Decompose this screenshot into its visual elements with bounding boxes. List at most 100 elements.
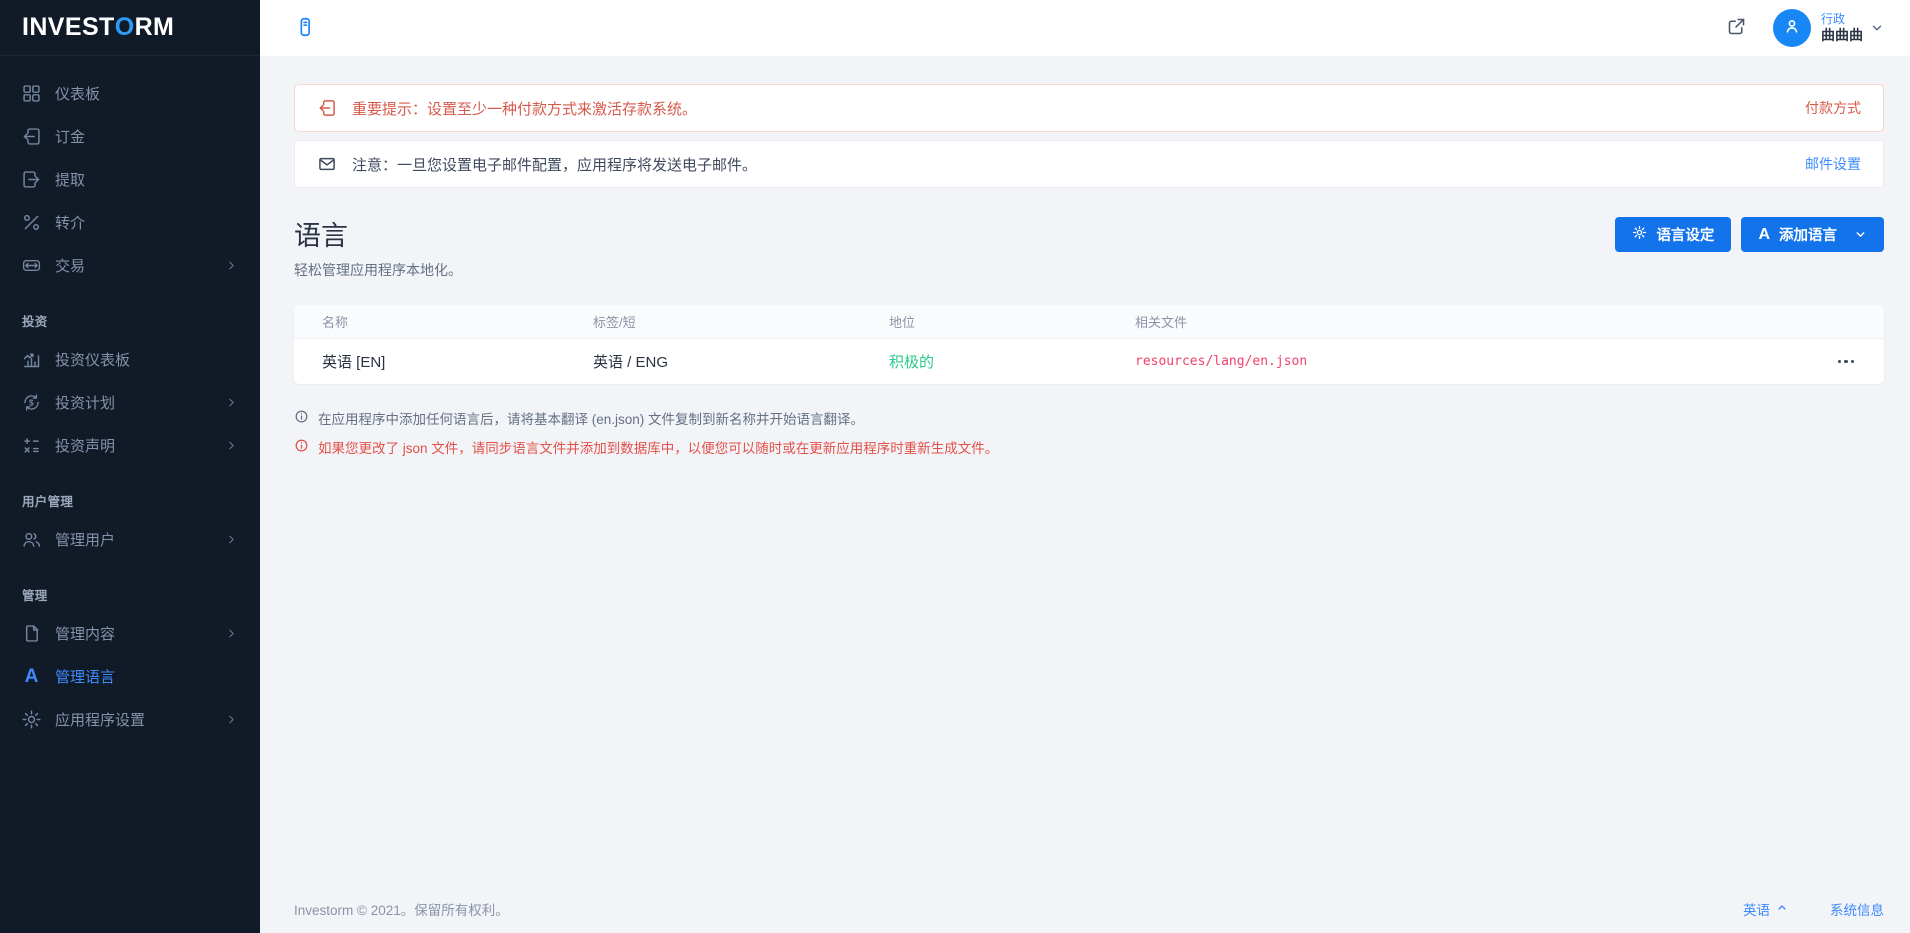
letter-a-icon: A — [1758, 227, 1770, 243]
brand-text-pre: INVEST — [22, 13, 115, 42]
table-row: 英语 [EN] 英语 / ENG 积极的 resources/lang/en.j… — [294, 339, 1884, 384]
sidebar-item-manage-content[interactable]: 管理内容 — [0, 612, 260, 655]
chevron-down-icon[interactable] — [1870, 21, 1884, 35]
page-subtitle: 轻松管理应用程序本地化。 — [294, 260, 462, 280]
language-settings-button[interactable]: 语言设定 — [1615, 217, 1731, 252]
chevron-right-icon — [225, 533, 238, 546]
payment-methods-link[interactable]: 付款方式 — [1805, 98, 1861, 118]
footer-language-selector[interactable]: 英语 — [1743, 899, 1788, 919]
sidebar-item-label: 投资仪表板 — [55, 349, 130, 370]
table-header-name: 名称 — [322, 312, 593, 331]
users-icon — [20, 528, 43, 551]
language-status-cell: 积极的 — [889, 351, 1135, 372]
gear-icon — [20, 708, 43, 731]
sidebar-item-label: 管理内容 — [55, 623, 115, 644]
alert-payment-warning: 重要提示：设置至少一种付款方式来激活存款系统。 付款方式 — [294, 84, 1884, 132]
deposit-alert-icon — [317, 98, 337, 118]
sidebar-item-label: 转介 — [55, 212, 85, 233]
table-header-status: 地位 — [889, 312, 1135, 331]
user-icon — [1782, 16, 1802, 41]
sidebar-item-investment-statements[interactable]: 投资声明 — [0, 424, 260, 467]
add-language-button[interactable]: A 添加语言 — [1741, 217, 1884, 252]
sidebar-item-deposits[interactable]: 订金 — [0, 115, 260, 158]
footer-links: 英语 系统信息 — [1743, 899, 1884, 919]
note-item: 如果您更改了 json 文件，请同步语言文件并添加到数据库中，以便您可以随时或在… — [294, 437, 1884, 457]
sidebar-item-label: 管理用户 — [55, 529, 115, 550]
user-name: 曲曲曲 — [1821, 27, 1863, 44]
language-name-cell: 英语 [EN] — [322, 351, 593, 372]
footer-copyright: Investorm © 2021。保留所有权利。 — [294, 899, 509, 919]
chevron-down-icon[interactable] — [1854, 228, 1867, 241]
sidebar-item-label: 订金 — [55, 126, 85, 147]
alert-warning-text: 重要提示：设置至少一种付款方式来激活存款系统。 — [352, 98, 697, 119]
language-file-cell: resources/lang/en.json — [1135, 354, 1810, 369]
external-link-icon — [1726, 16, 1747, 40]
chevron-right-icon — [225, 439, 238, 452]
sidebar-item-app-settings[interactable]: 应用程序设置 — [0, 698, 260, 741]
page-actions: 语言设定 A 添加语言 — [1615, 217, 1884, 252]
mobile-view-button[interactable] — [294, 16, 316, 41]
sidebar-item-label: 提取 — [55, 169, 85, 190]
sidebar-item-dashboard[interactable]: 仪表板 — [0, 72, 260, 115]
email-settings-link[interactable]: 邮件设置 — [1805, 154, 1861, 174]
info-circle-icon — [294, 438, 309, 453]
notes-section: 在应用程序中添加任何语言后，请将基本翻译 (en.json) 文件复制到新名称并… — [294, 408, 1884, 457]
withdraw-icon — [20, 168, 43, 191]
alert-info-text: 注意：一旦您设置电子邮件配置，应用程序将发送电子邮件。 — [352, 154, 757, 175]
dashboard-grid-icon — [20, 82, 43, 105]
transactions-icon — [20, 254, 43, 277]
page-title-block: 语言 轻松管理应用程序本地化。 — [294, 214, 462, 280]
content-file-icon — [20, 622, 43, 645]
chevron-right-icon — [225, 259, 238, 272]
info-circle-icon — [294, 409, 309, 424]
sidebar-item-label: 投资计划 — [55, 392, 115, 413]
chart-icon — [20, 348, 43, 371]
investment-plan-icon: $ — [20, 391, 43, 414]
sidebar-item-referrals[interactable]: 转介 — [0, 201, 260, 244]
svg-text:$: $ — [29, 397, 34, 407]
add-language-label: 添加语言 — [1779, 224, 1837, 245]
language-settings-label: 语言设定 — [1656, 224, 1714, 245]
mail-icon — [317, 154, 337, 174]
note-item: 在应用程序中添加任何语言后，请将基本翻译 (en.json) 文件复制到新名称并… — [294, 408, 1884, 428]
gear-icon — [1632, 225, 1647, 244]
row-actions-button[interactable] — [1836, 354, 1857, 370]
table-header-file: 相关文件 — [1135, 312, 1810, 331]
chevron-right-icon — [225, 627, 238, 640]
sidebar-item-withdrawals[interactable]: 提取 — [0, 158, 260, 201]
footer-system-info-link[interactable]: 系统信息 — [1830, 899, 1884, 919]
app-root: INVESTORM 仪表板 订金 提取 — [0, 0, 1910, 933]
language-a-icon: A — [20, 665, 43, 688]
sidebar-item-investment-dashboard[interactable]: 投资仪表板 — [0, 338, 260, 381]
sidebar-item-transactions[interactable]: 交易 — [0, 244, 260, 287]
sidebar-item-manage-users[interactable]: 管理用户 — [0, 518, 260, 561]
languages-table: 名称 标签/短 地位 相关文件 英语 [EN] 英语 / ENG 积极的 res… — [294, 305, 1884, 384]
visit-site-button[interactable] — [1726, 16, 1747, 40]
sidebar-item-label: 交易 — [55, 255, 85, 276]
sidebar-item-label: 应用程序设置 — [55, 709, 145, 730]
page-footer: Investorm © 2021。保留所有权利。 英语 系统信息 — [294, 899, 1884, 919]
ellipsis-icon — [1838, 360, 1842, 364]
sidebar-item-label: 仪表板 — [55, 83, 100, 104]
brand-logo[interactable]: INVESTORM — [0, 0, 260, 56]
user-menu[interactable]: 行政 曲曲曲 — [1821, 12, 1863, 43]
sidebar-item-label: 投资声明 — [55, 435, 115, 456]
sidebar-nav: 仪表板 订金 提取 转介 — [0, 56, 260, 741]
top-bar: 行政 曲曲曲 — [260, 0, 1910, 56]
chevron-right-icon — [225, 396, 238, 409]
chevron-up-icon — [1776, 902, 1788, 917]
footer-language-label: 英语 — [1743, 899, 1770, 919]
sidebar-section-admin: 管理 — [0, 561, 260, 612]
mobile-icon — [294, 16, 316, 41]
note-text: 如果您更改了 json 文件，请同步语言文件并添加到数据库中，以便您可以随时或在… — [318, 437, 998, 457]
percent-icon — [20, 211, 43, 234]
sidebar-item-manage-language[interactable]: A 管理语言 — [0, 655, 260, 698]
language-label-cell: 英语 / ENG — [593, 351, 889, 372]
sidebar-section-user-management: 用户管理 — [0, 467, 260, 518]
alert-email-info: 注意：一旦您设置电子邮件配置，应用程序将发送电子邮件。 邮件设置 — [294, 140, 1884, 188]
avatar[interactable] — [1773, 9, 1811, 47]
table-header-label: 标签/短 — [593, 312, 889, 331]
note-text: 在应用程序中添加任何语言后，请将基本翻译 (en.json) 文件复制到新名称并… — [318, 408, 864, 428]
sidebar-item-investment-plans[interactable]: $ 投资计划 — [0, 381, 260, 424]
main-content: 重要提示：设置至少一种付款方式来激活存款系统。 付款方式 注意：一旦您设置电子邮… — [260, 56, 1910, 933]
